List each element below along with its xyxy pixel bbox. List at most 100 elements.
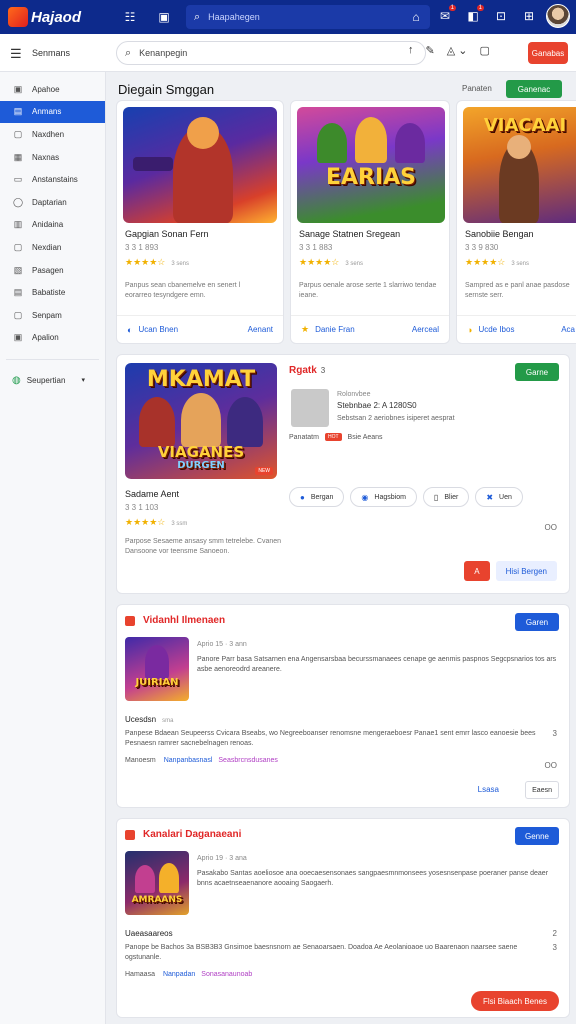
news-subheading: Uaeasaareos (125, 929, 173, 938)
language-selector[interactable]: ◍ Seupertian ▾ (0, 370, 105, 390)
card-secondary-link[interactable]: Ucan Bnen (138, 325, 178, 334)
game-meta: 3 3 9 830 (465, 243, 499, 252)
close-button[interactable]: A (464, 561, 490, 581)
meta-tag: HOT (324, 433, 342, 441)
news-cta-button[interactable]: Flsi Biaach Benes (470, 991, 559, 1011)
logo-mark-icon (8, 7, 28, 27)
game-title: Sanage Statnen Sregean (299, 229, 401, 239)
sidebar-item-label: Apalion (32, 333, 59, 343)
sidebar-item[interactable]: ▭ Anstanstains (0, 168, 105, 191)
play-button[interactable]: Hisi Bergen (495, 561, 557, 581)
poster-badge: NEW (255, 467, 273, 475)
alerts-icon[interactable]: ◧ 1 (462, 5, 484, 27)
search-icon: ⌕ (194, 10, 201, 23)
sidebar: ▣ Apahoe ▤ Anmans ▢ Naxdhen ▦ Naxnas ▭ Anstanstai… (0, 72, 106, 1024)
star-rating: ★★★★☆ 3 ssm (125, 517, 188, 527)
featured-count: OO (544, 523, 557, 532)
poster-caption: DURGEN (177, 460, 225, 471)
sidebar-item-icon: ▧ (13, 264, 23, 275)
hamburger-menu-icon[interactable]: ☰ (10, 46, 22, 62)
sidebar-item-icon: ▥ (13, 219, 23, 230)
share-icon[interactable]: ◬ ⌄ (447, 44, 468, 57)
sidebar-item-label: Daptarian (32, 197, 67, 207)
content-search-input[interactable]: ⌕ Kenanpegin (116, 41, 426, 65)
news-card[interactable]: Vidanhl Ilmenaen Garen JUIRIAN Aprio 15 … (116, 604, 570, 808)
news-card[interactable]: Kanalari Daganaeani Genne AMRAANS Aprio … (116, 818, 570, 1018)
star-rating: ★★★★☆ 3 sens (465, 257, 530, 267)
globe-icon: ◍ (12, 374, 21, 386)
sidebar-item[interactable]: ◯ Daptarian (0, 191, 105, 214)
thumbnail-text: AMRAANS (131, 895, 183, 905)
upload-icon[interactable]: ↑ (408, 44, 414, 57)
notification-bell-icon[interactable]: ⌂ (406, 10, 426, 24)
sidebar-item[interactable]: ▦ Naxnas (0, 146, 105, 169)
action-pill[interactable]: ✖ Uen (475, 487, 523, 507)
global-search-input[interactable]: ⌕ Haapahegen (186, 5, 430, 29)
news-action-button[interactable]: Genne (515, 827, 559, 845)
chat-icon[interactable]: ✉ 1 (434, 5, 456, 27)
grid-menu-icon[interactable]: ☷ (120, 10, 140, 24)
cart-icon[interactable]: ⊡ (490, 5, 512, 27)
news-heading: Vidanhl Ilmenaen (125, 615, 225, 626)
sidebar-item[interactable]: ▣ Apalion (0, 327, 105, 350)
game-description: Parpus oenale arose serte 1 slarriwo ten… (299, 282, 437, 299)
tag-icon: ◐ (127, 324, 133, 335)
action-pill[interactable]: ◉ Hagsbiom (350, 487, 417, 507)
section-label: Senmans (32, 48, 71, 58)
sidebar-item[interactable]: ▧ Pasagen (0, 259, 105, 282)
logo-text: Hajaod (31, 8, 82, 26)
tag-link[interactable]: Nanpanbasnasl (164, 757, 213, 764)
tag-link[interactable]: Nanpadan (163, 971, 195, 978)
game-card[interactable]: EARIAS Sanage Statnen Sregean 3 3 1 883 … (290, 100, 450, 344)
sidebar-item[interactable]: ▤ Anmans (0, 100, 105, 124)
edit-icon[interactable]: ✎ (426, 44, 435, 57)
featured-game-card[interactable]: MKAMAT VIAGANES DURGEN NEW Sadame Aent 3… (116, 354, 570, 594)
tag-link[interactable]: Seasbrcnsdusanes (218, 757, 278, 764)
sidebar-item[interactable]: ▢ Senpam (0, 304, 105, 327)
game-card[interactable]: Gapgian Sonan Fern 3 3 1 893 ★★★★☆ 3 sens… (116, 100, 284, 344)
tag-link[interactable]: Sonasanaunoab (201, 971, 252, 978)
sidebar-item-label: Naxdhen (32, 129, 65, 139)
bag-icon[interactable]: ⊞ (518, 5, 540, 27)
meta-label: Rolonvbee (337, 391, 371, 398)
sidebar-item-label: Babatiste (32, 288, 66, 298)
apps-icon[interactable]: ▣ (154, 10, 174, 24)
game-card[interactable]: VIACAAI Sanobiie Bengan 3 3 9 830 ★★★★☆ 3… (456, 100, 576, 344)
comment-icon[interactable]: ▢ (479, 44, 489, 57)
card-secondary-link[interactable]: Ucde Ibos (478, 325, 514, 334)
news-action-button[interactable]: Garen (515, 613, 559, 631)
sidebar-item-icon: ▢ (13, 241, 23, 252)
brand-logo[interactable]: Hajaod (8, 7, 108, 27)
game-meta: 3 3 1 883 (299, 243, 333, 252)
section-side-label[interactable]: Panaten (462, 84, 492, 93)
user-avatar[interactable] (546, 4, 570, 28)
poster-subtitle: VIAGANES (157, 443, 245, 461)
news-highlight: Panpese Bdaean Seupeerss Cvicara Bseabs,… (125, 730, 536, 747)
action-pill[interactable]: ▯ Blier (422, 487, 470, 507)
featured-action-button[interactable]: Garne (515, 363, 559, 381)
section-action-button[interactable]: Ganenac (506, 80, 562, 98)
sidebar-item[interactable]: ▣ Apahoe (0, 78, 105, 101)
sidebar-item[interactable]: ▥ Anidaina (0, 214, 105, 237)
sidebar-item-icon: ▣ (13, 83, 23, 94)
sidebar-item[interactable]: ▤ Babatiste (0, 281, 105, 304)
primary-action-button[interactable]: Ganabas (528, 42, 568, 64)
action-pill[interactable]: ● Bergan (289, 487, 345, 507)
card-primary-link[interactable]: Aerceal (412, 325, 439, 334)
bookmark-icon: ▯ (433, 492, 439, 502)
news-tags: Hamaasa Nanpadan Sonasanaunoab (125, 971, 253, 978)
news-link[interactable]: Lsasa (478, 785, 499, 794)
sidebar-item-label: Anidaina (32, 220, 64, 230)
sidebar-item[interactable]: ▢ Nexdian (0, 236, 105, 259)
meta-detail: Sebstsan 2 aeriobnes isiperet aesprat (337, 415, 455, 422)
card-primary-link[interactable]: Aenant (248, 325, 273, 334)
card-primary-link[interactable]: Aca (561, 325, 575, 334)
news-secondary-button[interactable]: Eaesn (525, 781, 559, 799)
chat-badge: 1 (448, 5, 456, 11)
sidebar-item[interactable]: ▢ Naxdhen (0, 123, 105, 146)
card-secondary-link[interactable]: Danie Fran (315, 325, 355, 334)
news-heading: Kanalari Daganaeani (125, 829, 241, 840)
sidebar-item-label: Anstanstains (32, 175, 78, 185)
sidebar-item-label: Apahoe (32, 84, 60, 94)
star-rating: ★★★★☆ 3 sens (125, 257, 190, 267)
